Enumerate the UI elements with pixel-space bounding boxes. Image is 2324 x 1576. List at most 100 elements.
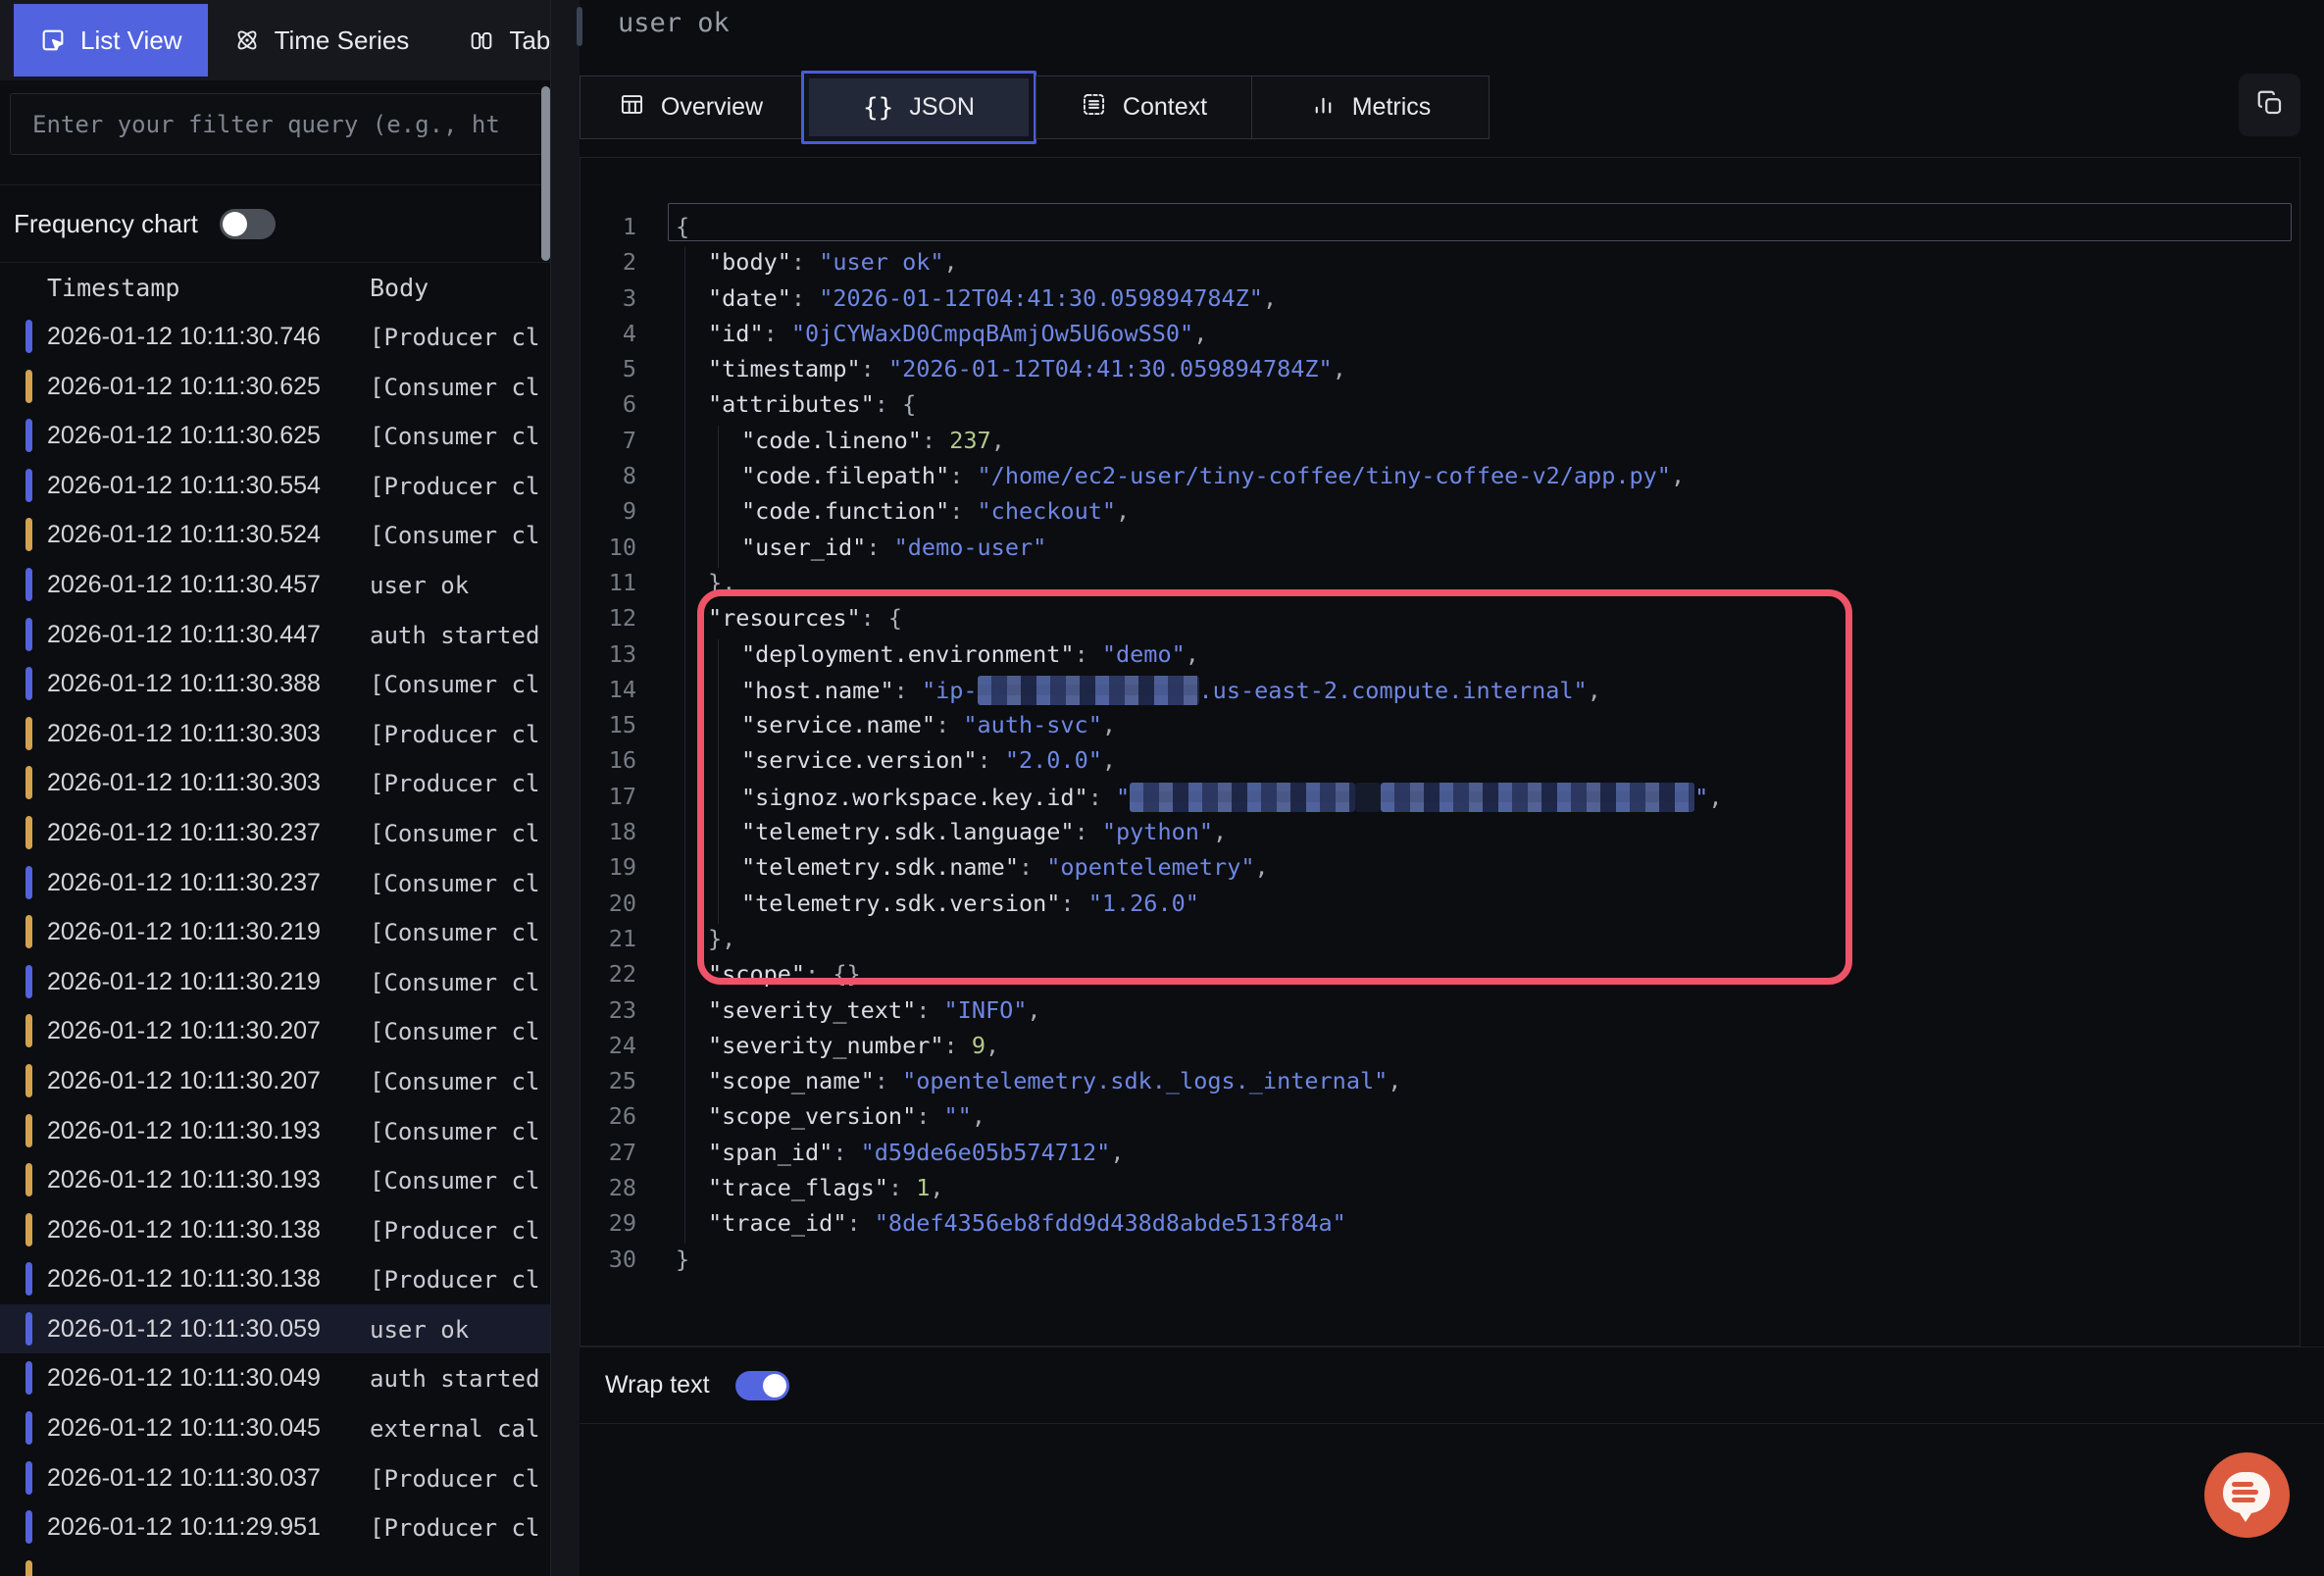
json-string-value: "demo-user" bbox=[894, 534, 1047, 561]
log-row[interactable]: 2026-01-12 10:11:30.193[Consumer cl bbox=[0, 1155, 550, 1205]
log-row[interactable]: 2026-01-12 10:11:30.207[Consumer cl bbox=[0, 1006, 550, 1056]
log-timestamp: 2026-01-12 10:11:30.138 bbox=[47, 1216, 321, 1245]
log-row[interactable]: 2026-01-12 10:11:30.037[Producer cl bbox=[0, 1453, 550, 1503]
severity-indicator bbox=[25, 816, 32, 849]
log-row[interactable]: 2026-01-12 10:11:30.049auth started bbox=[0, 1353, 550, 1403]
log-timestamp: 2026-01-12 10:11:30.193 bbox=[47, 1166, 321, 1195]
log-row[interactable]: 2026-01-12 10:11:30.219[Consumer cl bbox=[0, 957, 550, 1007]
log-row[interactable]: 2026-01-12 10:11:30.625[Consumer cl bbox=[0, 411, 550, 461]
log-body: user ok bbox=[370, 1316, 469, 1344]
json-punctuation: : bbox=[944, 1032, 972, 1059]
log-row[interactable]: 2026-01-12 10:11:30.554[Producer cl bbox=[0, 461, 550, 511]
log-row[interactable]: 2026-01-12 10:11:30.457user ok bbox=[0, 560, 550, 610]
logs-list-panel: List View Time Series bbox=[0, 0, 551, 1576]
log-body: [Producer cl bbox=[370, 770, 539, 797]
tab-label: Table bbox=[509, 25, 551, 56]
tab-json[interactable]: {} JSON bbox=[801, 71, 1036, 144]
severity-indicator bbox=[25, 1114, 32, 1147]
log-row[interactable]: 2026-01-12 10:11:30.193[Consumer cl bbox=[0, 1106, 550, 1156]
wrap-text-toggle[interactable] bbox=[735, 1371, 789, 1400]
code-line: 16"service.version": "2.0.0", bbox=[581, 744, 2299, 780]
log-body: [Consumer cl bbox=[370, 374, 539, 401]
log-row[interactable]: 2026-01-12 10:11:30.303[Producer cl bbox=[0, 758, 550, 808]
json-punctuation: , bbox=[1588, 677, 1601, 704]
list-scrollbar-thumb[interactable] bbox=[541, 86, 550, 261]
json-key: "telemetry.sdk.language" bbox=[741, 818, 1075, 845]
log-row[interactable]: 2026-01-12 10:11:30.625[Consumer cl bbox=[0, 362, 550, 412]
code-line: 7"code.lineno": 237, bbox=[581, 425, 2299, 460]
log-row[interactable]: 2026-01-12 10:11:30.524 [Consumer cl bbox=[0, 510, 550, 560]
filter-query-input[interactable] bbox=[11, 94, 541, 154]
tab-label: Context bbox=[1123, 93, 1207, 122]
log-row[interactable]: 2026-01-12 10:11:30.388[Consumer cl bbox=[0, 659, 550, 709]
code-line: 14"host.name": "ip-.us-east-2.compute.in… bbox=[581, 674, 2299, 709]
json-string-value: "d59de6e05b574712" bbox=[861, 1139, 1111, 1166]
json-punctuation: , bbox=[930, 1174, 943, 1201]
json-key: "signoz.workspace.key.id" bbox=[741, 784, 1088, 811]
log-row[interactable]: 2026-01-12 10:11:30.059user ok bbox=[0, 1304, 550, 1354]
json-string-value: "2.0.0" bbox=[1005, 746, 1102, 774]
log-row[interactable]: 2026-01-12 10:11:29.951[Producer cl bbox=[0, 1502, 550, 1552]
code-line: 6"attributes": { bbox=[581, 388, 2299, 424]
json-key: "resources" bbox=[708, 604, 861, 632]
log-timestamp: 2026-01-12 10:11:30.524 bbox=[47, 521, 321, 549]
log-timestamp: 2026-01-12 10:11:30.219 bbox=[47, 968, 321, 996]
log-row[interactable]: 2026-01-12 10:11:30.138[Producer cl bbox=[0, 1205, 550, 1255]
json-punctuation: : bbox=[978, 746, 1005, 774]
json-key: "service.name" bbox=[741, 711, 935, 738]
severity-indicator bbox=[25, 1510, 32, 1544]
tab-metrics[interactable]: Metrics bbox=[1251, 76, 1490, 139]
wrap-text-row: Wrap text bbox=[580, 1347, 2324, 1424]
tab-context[interactable]: Context bbox=[1036, 76, 1252, 139]
log-body: [Consumer cl bbox=[370, 522, 539, 549]
toggle-knob bbox=[763, 1374, 786, 1398]
json-key: "code.filepath" bbox=[741, 462, 949, 489]
log-row[interactable]: 2026-01-12 10:11:30.219[Consumer cl bbox=[0, 907, 550, 957]
severity-indicator bbox=[25, 667, 32, 700]
tab-overview[interactable]: Overview bbox=[580, 76, 802, 139]
log-body: external cal bbox=[370, 1415, 539, 1443]
line-number: 16 bbox=[581, 746, 636, 774]
log-timestamp: 2026-01-12 10:11:30.237 bbox=[47, 869, 321, 897]
log-rows: 2026-01-12 10:11:30.746[Producer cl2026-… bbox=[0, 312, 550, 1576]
json-punctuation: , bbox=[1263, 284, 1277, 312]
code-line: 2"body": "user ok", bbox=[581, 246, 2299, 281]
line-number: 24 bbox=[581, 1032, 636, 1059]
log-row[interactable]: 2026-01-12 10:11:30.746[Producer cl bbox=[0, 312, 550, 362]
braces-icon: {} bbox=[863, 93, 893, 123]
json-punctuation: , bbox=[972, 1102, 985, 1130]
chat-support-button[interactable] bbox=[2204, 1452, 2290, 1538]
code-line: 21}, bbox=[581, 923, 2299, 958]
json-number-value: 9 bbox=[972, 1032, 985, 1059]
log-row[interactable]: 2026-01-12 10:11:30.207[Consumer cl bbox=[0, 1056, 550, 1106]
line-number: 5 bbox=[581, 355, 636, 382]
frequency-chart-toggle[interactable] bbox=[220, 209, 276, 239]
code-line: 13"deployment.environment": "demo", bbox=[581, 638, 2299, 674]
copy-button[interactable] bbox=[2239, 74, 2300, 136]
severity-indicator bbox=[25, 618, 32, 651]
json-key: "severity_text" bbox=[708, 996, 916, 1024]
json-punctuation: } bbox=[676, 1246, 689, 1273]
logs-explorer-page: List View Time Series bbox=[0, 0, 2324, 1576]
severity-indicator bbox=[25, 965, 32, 998]
severity-indicator bbox=[25, 1560, 32, 1576]
tab-table-view[interactable]: Table bbox=[442, 4, 551, 76]
tab-list-view[interactable]: List View bbox=[14, 4, 208, 76]
json-punctuation: , bbox=[1027, 996, 1040, 1024]
log-row[interactable]: 2026-01-12 10:11:30.447auth started bbox=[0, 610, 550, 660]
log-row[interactable]: 2026-01-12 10:11:30.303[Producer cl bbox=[0, 709, 550, 759]
json-number-value: 1 bbox=[916, 1174, 930, 1201]
log-row[interactable]: 2026-01-12 10:11:30.237[Consumer cl bbox=[0, 858, 550, 908]
log-row[interactable]: 2026-01-12 10:11:30.138[Producer cl bbox=[0, 1254, 550, 1304]
json-string-value: "opentelemetry" bbox=[1046, 853, 1254, 881]
severity-indicator bbox=[25, 469, 32, 502]
tab-time-series[interactable]: Time Series bbox=[208, 4, 435, 76]
json-string-value: "ip- bbox=[922, 677, 978, 704]
json-key: "scope_version" bbox=[708, 1102, 916, 1130]
code-line: 28"trace_flags": 1, bbox=[581, 1172, 2299, 1207]
line-number: 11 bbox=[581, 569, 636, 596]
log-row[interactable]: 2026-01-12 10:11:30.237[Consumer cl bbox=[0, 808, 550, 858]
log-row[interactable] bbox=[0, 1552, 550, 1576]
log-timestamp: 2026-01-12 10:11:30.207 bbox=[47, 1017, 321, 1045]
log-row[interactable]: 2026-01-12 10:11:30.045external cal bbox=[0, 1403, 550, 1453]
